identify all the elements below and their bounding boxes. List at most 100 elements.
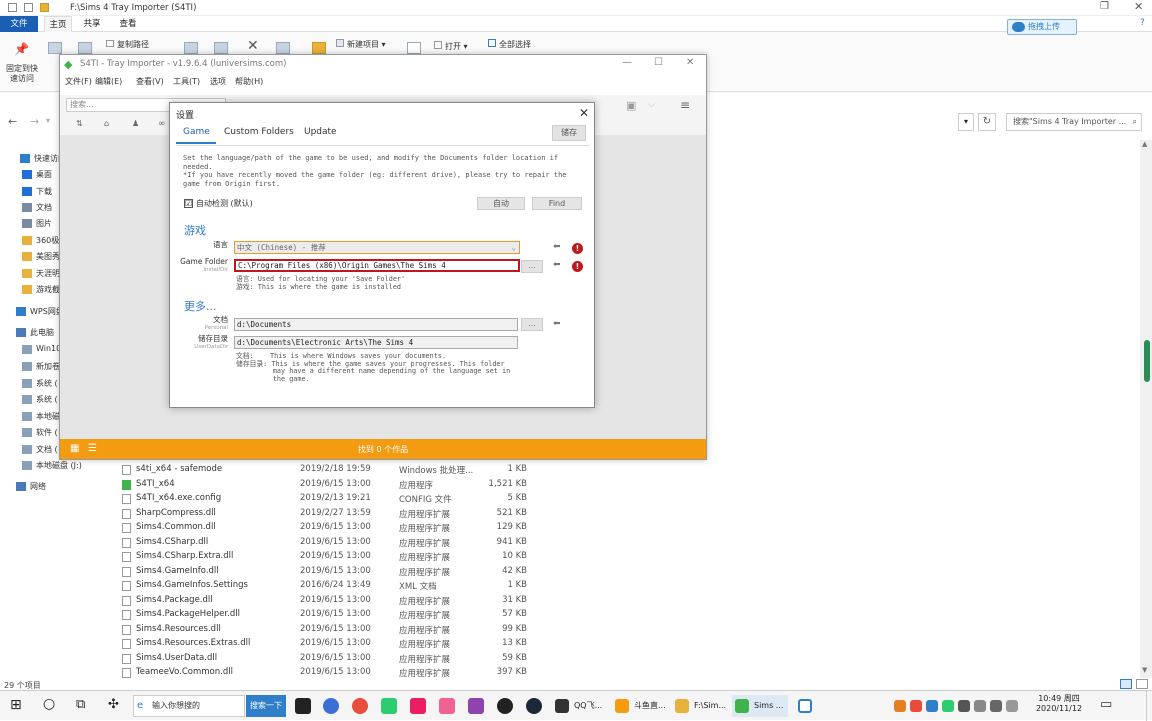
delete-icon[interactable]: ✕	[247, 38, 259, 54]
tray-icon-4[interactable]	[942, 700, 954, 712]
file-row[interactable]: Sims4.Package.dll 2019/6/15 13:00 应用程序扩展 31…	[120, 594, 540, 608]
hamburger-menu-icon[interactable]: ≡	[680, 98, 690, 112]
save-button[interactable]: 储存	[552, 125, 586, 141]
file-row[interactable]: S4TI_x64 2019/6/15 13:00 应用程序 1,521 KB	[120, 478, 540, 492]
task-view-icon[interactable]: ⧉	[76, 697, 85, 712]
sim-icon[interactable]: ♟	[132, 119, 139, 128]
link-icon[interactable]: ∞	[158, 119, 166, 129]
vertical-scrollbar[interactable]: ▲ ▼	[1140, 140, 1152, 678]
new-item-button[interactable]: 新建项目 ▾	[336, 39, 386, 50]
reset-arrow-icon[interactable]: ⬅	[553, 319, 561, 329]
refresh-icon[interactable]: ↻	[978, 113, 996, 131]
tray-icon-2[interactable]	[910, 700, 922, 712]
copy-path-button[interactable]: 复制路径	[106, 39, 149, 50]
open-button[interactable]: 打开 ▾	[434, 41, 468, 52]
menu-file[interactable]: 文件(F)	[65, 76, 92, 87]
tab-home[interactable]: 主页	[44, 16, 72, 32]
save-dir-input[interactable]: d:\Documents\Electronic Arts\The Sims 4	[234, 336, 518, 349]
file-row[interactable]: Sims4.CSharp.dll 2019/6/15 13:00 应用程序扩展 941…	[120, 536, 540, 550]
address-dropdown-icon[interactable]: ▾	[958, 113, 974, 131]
show-desktop-button[interactable]	[1146, 691, 1152, 721]
paste-icon[interactable]	[78, 42, 92, 54]
cortana-icon[interactable]: ○	[43, 696, 55, 712]
menu-edit[interactable]: 编辑(E)	[95, 76, 122, 87]
reset-arrow-icon[interactable]: ⬅	[553, 260, 561, 270]
tray-icon-5[interactable]	[958, 700, 970, 712]
app-launcher-icon[interactable]: ✣	[108, 697, 119, 712]
find-button[interactable]: Find	[532, 197, 582, 210]
tab-custom-folders[interactable]: Custom Folders	[224, 127, 294, 137]
scroll-up-icon[interactable]: ▲	[1142, 140, 1147, 148]
help-icon[interactable]: ?	[1140, 18, 1145, 28]
network-icon[interactable]	[974, 700, 986, 712]
pin-icon[interactable]: 📌	[14, 42, 29, 56]
tray-icon-1[interactable]	[894, 700, 906, 712]
rename-icon[interactable]	[276, 42, 290, 54]
pink-app-icon[interactable]	[439, 698, 455, 714]
taskbar-app-button[interactable]: 斗鱼直...	[612, 695, 668, 717]
sort-icon[interactable]: ⇅	[76, 119, 83, 128]
file-row[interactable]: Sims4.Resources.Extras.dll 2019/6/15 13:0…	[120, 637, 540, 651]
notification-icon[interactable]: ▭	[1100, 697, 1112, 712]
tab-file[interactable]: 文件	[0, 16, 38, 32]
copy-icon[interactable]	[48, 42, 62, 54]
new-folder-icon[interactable]	[312, 42, 326, 54]
purple-app-icon[interactable]	[468, 698, 484, 714]
household-icon[interactable]: ⌂	[104, 119, 109, 128]
file-row[interactable]: Sims4.GameInfo.dll 2019/6/15 13:00 应用程序扩展 4…	[120, 565, 540, 579]
explorer-search-input[interactable]: 搜索"Sims 4 Tray Importer ... ⌕	[1006, 113, 1142, 131]
menu-help[interactable]: 帮助(H)	[235, 76, 263, 87]
volume-icon[interactable]	[990, 700, 1002, 712]
taskbar-app-button[interactable]: Sims ...	[732, 695, 788, 717]
details-view-icon[interactable]	[1120, 679, 1132, 689]
file-row[interactable]: Sims4.Common.dll 2019/6/15 13:00 应用程序扩展 129…	[120, 521, 540, 535]
recent-dropdown-icon[interactable]: ▾	[46, 116, 50, 125]
forward-icon[interactable]: →	[30, 115, 39, 128]
taskbar-app-button[interactable]: QQ飞...	[552, 695, 608, 717]
quick-access-icon[interactable]	[8, 3, 17, 12]
k-app-icon[interactable]	[323, 698, 339, 714]
clock[interactable]: 10:49 周四 2020/11/12	[1028, 694, 1090, 714]
windows-start-icon[interactable]: ⊞	[10, 697, 22, 713]
back-icon[interactable]: ←	[8, 115, 17, 128]
dropdown-icon[interactable]: ⌵	[648, 100, 655, 110]
tray-icon-3[interactable]	[926, 700, 938, 712]
file-row[interactable]: SharpCompress.dll 2019/2/27 13:59 应用程序扩展 52…	[120, 507, 540, 521]
taskbar-search-input[interactable]: e 输入你想搜的	[133, 695, 245, 717]
g-app-icon[interactable]	[295, 698, 311, 714]
settings-gear-icon[interactable]	[497, 698, 513, 714]
language-select[interactable]: 中文 (Chinese) - 推荐 ⌄	[234, 241, 520, 254]
auto-button[interactable]: 自动	[477, 197, 525, 210]
taskbar-app-button[interactable]: F:\Sim...	[672, 695, 728, 717]
close-icon[interactable]: ✕	[576, 105, 592, 121]
upload-button[interactable]: 拖拽上传	[1007, 19, 1077, 35]
file-row[interactable]: S4TI_x64.exe.config 2019/2/13 19:21 CONFIG…	[120, 492, 540, 506]
taskbar-search-button[interactable]: 搜索一下	[246, 695, 286, 717]
select-all-button[interactable]: 全部选择	[488, 39, 531, 50]
file-row[interactable]: Sims4.UserData.dll 2019/6/15 13:00 应用程序扩展 5…	[120, 652, 540, 666]
close-icon[interactable]: ✕	[1134, 0, 1143, 13]
tab-view[interactable]: 查看	[114, 16, 142, 32]
file-row[interactable]: TeameeVo.Common.dll 2019/6/15 13:00 应用程序扩展…	[120, 666, 540, 680]
chrome-icon[interactable]	[352, 698, 368, 714]
scroll-down-icon[interactable]: ▼	[1142, 666, 1147, 674]
tab-share[interactable]: 共享	[78, 16, 106, 32]
browse-documents-button[interactable]: ...	[521, 318, 543, 331]
media-app-icon[interactable]	[410, 698, 426, 714]
properties-icon[interactable]	[24, 3, 33, 12]
new-folder-icon[interactable]	[40, 3, 49, 12]
maximize-icon[interactable]: ❐	[1100, 1, 1109, 12]
reset-arrow-icon[interactable]: ⬅	[553, 242, 561, 252]
copy-to-icon[interactable]	[214, 42, 228, 54]
ime-icon[interactable]	[1006, 700, 1018, 712]
move-to-icon[interactable]	[184, 42, 198, 54]
file-row[interactable]: Sims4.PackageHelper.dll 2019/6/15 13:00 应用…	[120, 608, 540, 622]
maximize-icon[interactable]: ☐	[654, 57, 663, 68]
pin-quick-access-button[interactable]: 固定到快速访问	[4, 64, 40, 84]
menu-view[interactable]: 查看(V)	[136, 76, 164, 87]
q-app-icon[interactable]	[798, 699, 812, 713]
file-row[interactable]: Sims4.CSharp.Extra.dll 2019/6/15 13:00 应用程…	[120, 550, 540, 564]
scrollbar-thumb[interactable]	[1144, 340, 1150, 382]
file-row[interactable]: s4ti_x64 - safemode 2019/2/18 19:59 Window…	[120, 463, 540, 477]
steam-icon[interactable]	[526, 698, 542, 714]
